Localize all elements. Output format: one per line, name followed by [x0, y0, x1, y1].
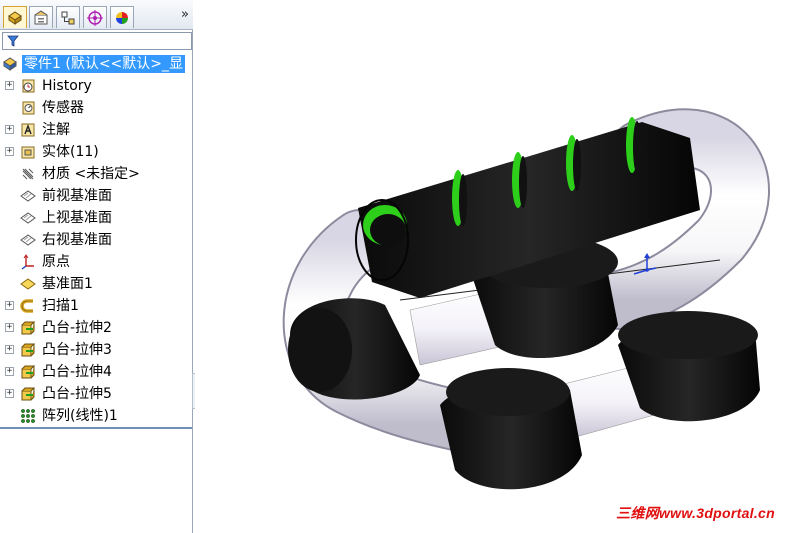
tree-item-history[interactable]: + History	[0, 76, 193, 96]
tree-item-label: 凸台-拉伸5	[42, 386, 112, 402]
plane-icon	[20, 232, 36, 248]
extrude-icon	[20, 364, 36, 380]
tree-root-part[interactable]: 零件1 (默认<<默认>_显	[0, 54, 193, 74]
expander-icon[interactable]: +	[5, 389, 14, 398]
grip-ring	[512, 152, 527, 208]
tree-root-label: 零件1 (默认<<默认>_显	[22, 55, 186, 73]
configuration-icon	[61, 11, 75, 24]
property-icon	[34, 9, 48, 24]
tree-item-linear-pattern1[interactable]: 阵列(线性)1	[0, 406, 193, 426]
target-icon	[87, 9, 103, 26]
tree-item-front-plane[interactable]: 前视基准面	[0, 186, 193, 206]
tree-item-plane1[interactable]: 基准面1	[0, 274, 193, 294]
plane-yellow-icon	[20, 276, 36, 292]
tree-item-boss-extrude4[interactable]: + 凸台-拉伸4	[0, 362, 193, 382]
property-manager-tab[interactable]	[29, 6, 53, 28]
extrude-icon	[20, 386, 36, 402]
tree-item-label: 原点	[42, 254, 70, 270]
tree-item-label: 实体(11)	[42, 144, 99, 160]
tree-item-label: 基准面1	[42, 276, 93, 292]
more-tabs-button[interactable]: »	[181, 7, 189, 22]
tree-item-top-plane[interactable]: 上视基准面	[0, 208, 193, 228]
extrude-icon	[20, 342, 36, 358]
panel-rollback-bar[interactable]	[0, 427, 192, 429]
linear-pattern-icon	[20, 408, 36, 424]
part-icon	[2, 56, 18, 72]
display-manager-tab[interactable]	[110, 6, 134, 28]
tree-item-annotations[interactable]: + 注解	[0, 120, 193, 140]
tree-item-sensors[interactable]: 传感器	[0, 98, 193, 118]
tree-filter-input[interactable]	[2, 32, 192, 50]
expander-icon[interactable]: +	[5, 367, 14, 376]
material-icon	[20, 166, 36, 182]
tree-item-right-plane[interactable]: 右视基准面	[0, 230, 193, 250]
expander-icon[interactable]: +	[5, 81, 14, 90]
expander-icon[interactable]: +	[5, 323, 14, 332]
expander-icon[interactable]: +	[5, 125, 14, 134]
tree-item-label: 材质 <未指定>	[42, 166, 140, 182]
plane-icon	[20, 188, 36, 204]
manager-tab-bar: »	[0, 0, 193, 30]
tree-item-label: 上视基准面	[42, 210, 112, 226]
lower-handle-left-1	[288, 298, 420, 400]
extrude-icon	[20, 320, 36, 336]
expander-icon[interactable]: +	[5, 345, 14, 354]
tree-item-label: 阵列(线性)1	[42, 408, 118, 424]
lower-handle-left-2	[440, 368, 582, 490]
grip-ring	[626, 117, 641, 173]
tree-item-label: 注解	[42, 122, 70, 138]
grip-ring	[566, 135, 581, 191]
tree-item-material[interactable]: 材质 <未指定>	[0, 164, 193, 184]
expander-icon[interactable]: +	[5, 301, 14, 310]
tree-item-label: 前视基准面	[42, 188, 112, 204]
watermark-text: 三维网www.3dportal.cn	[616, 505, 775, 521]
sweep-icon	[20, 298, 36, 314]
feature-tree-icon	[8, 10, 22, 25]
tree-item-origin[interactable]: 原点	[0, 252, 193, 272]
lower-handle-right-2	[618, 311, 760, 422]
configuration-manager-tab[interactable]	[56, 6, 80, 28]
tree-item-label: 传感器	[42, 100, 84, 116]
tree-item-sweep1[interactable]: + 扫描1	[0, 296, 193, 316]
history-icon	[20, 78, 36, 94]
origin-icon	[20, 254, 36, 270]
tree-item-label: History	[42, 78, 92, 94]
tree-item-solid-bodies[interactable]: + 实体(11)	[0, 142, 193, 162]
graphics-area[interactable]: 三维网www.3dportal.cn	[195, 0, 793, 533]
tree-item-label: 凸台-拉伸4	[42, 364, 112, 380]
tree-item-label: 凸台-拉伸2	[42, 320, 112, 336]
filter-icon	[7, 35, 19, 51]
dimxpert-tab[interactable]	[83, 6, 107, 28]
feature-manager-panel: » 零件1 (默认<<默认>_显 + History 传感器 + 注解 + 实体…	[0, 0, 193, 533]
tree-item-boss-extrude2[interactable]: + 凸台-拉伸2	[0, 318, 193, 338]
sensor-icon	[20, 100, 36, 116]
color-wheel-icon	[116, 11, 128, 24]
tree-item-boss-extrude5[interactable]: + 凸台-拉伸5	[0, 384, 193, 404]
grip-ring	[452, 170, 467, 226]
expander-icon[interactable]: +	[5, 147, 14, 156]
plane-icon	[20, 210, 36, 226]
feature-manager-tab[interactable]	[3, 6, 27, 28]
tree-item-label: 凸台-拉伸3	[42, 342, 112, 358]
tree-item-label: 扫描1	[42, 298, 79, 314]
tree-item-label: 右视基准面	[42, 232, 112, 248]
annotation-icon	[20, 122, 36, 138]
model-view[interactable]	[195, 0, 793, 533]
tree-item-boss-extrude3[interactable]: + 凸台-拉伸3	[0, 340, 193, 360]
solid-bodies-icon	[20, 144, 36, 160]
